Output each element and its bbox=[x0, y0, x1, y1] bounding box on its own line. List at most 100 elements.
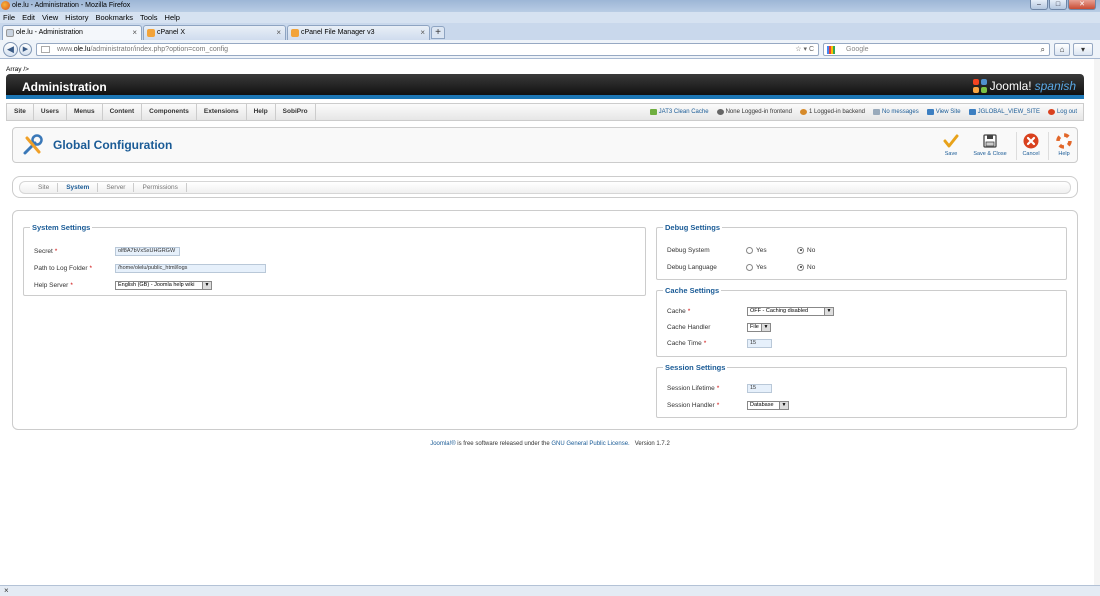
log-folder-input[interactable]: /home/olelu/public_html/logs bbox=[115, 263, 266, 273]
chevron-down-icon: ▼ bbox=[202, 281, 211, 289]
save-close-button[interactable]: Save & Close bbox=[968, 133, 1012, 160]
cache-time-input[interactable]: 15 bbox=[747, 338, 772, 348]
debug-system-no[interactable]: No bbox=[797, 246, 815, 254]
radio-label: No bbox=[807, 263, 816, 271]
system-settings-fieldset: System Settings Secret * olf8A7bVxSxUHGRG… bbox=[23, 223, 646, 296]
search-icon[interactable]: ⌕ bbox=[1041, 44, 1045, 55]
tab-system[interactable]: System bbox=[58, 183, 99, 192]
session-settings-legend: Session Settings bbox=[665, 363, 726, 372]
menu-help[interactable]: Help bbox=[247, 104, 276, 120]
menu-help[interactable]: Help bbox=[165, 12, 180, 23]
secret-input[interactable]: olf8A7bVxSxUHGRGW bbox=[115, 246, 180, 256]
debug-language-yes[interactable]: Yes bbox=[746, 263, 767, 271]
site-identity-icon[interactable] bbox=[41, 46, 50, 53]
search-bar[interactable]: Google ⌕ bbox=[823, 43, 1050, 56]
help-server-select[interactable]: English (GB) - Joomla help wiki ▼ bbox=[115, 280, 212, 290]
clean-cache-icon bbox=[649, 109, 657, 115]
tab-permissions[interactable]: Permissions bbox=[134, 183, 187, 192]
monitor-icon bbox=[926, 109, 934, 115]
cache-handler-select[interactable]: File ▼ bbox=[747, 322, 771, 332]
cancel-button[interactable]: Cancel bbox=[1019, 133, 1043, 160]
radio-label: Yes bbox=[756, 246, 767, 254]
home-icon[interactable]: ⌂ bbox=[1054, 43, 1070, 56]
help-button[interactable]: Help bbox=[1053, 133, 1075, 160]
debug-language-row: Debug Language Yes No bbox=[667, 261, 1057, 273]
config-tabs: Site System Server Permissions bbox=[12, 176, 1078, 198]
close-tab-icon[interactable]: × bbox=[132, 26, 137, 40]
menu-history[interactable]: History bbox=[65, 12, 88, 23]
debug-system-yes[interactable]: Yes bbox=[746, 246, 767, 254]
window-title: ole.lu - Administration - Mozilla Firefo… bbox=[12, 2, 131, 9]
tab-site[interactable]: Site bbox=[30, 183, 59, 192]
chevron-down-icon: ▼ bbox=[824, 307, 833, 315]
gpl-license-link[interactable]: GNU General Public License. bbox=[551, 441, 629, 447]
cpanel-icon bbox=[291, 29, 299, 37]
tab-cpanel-file-manager[interactable]: cPanel File Manager v3 × bbox=[287, 25, 430, 40]
menu-users[interactable]: Users bbox=[34, 104, 67, 120]
new-tab-button[interactable]: + bbox=[431, 26, 445, 39]
menu-content[interactable]: Content bbox=[103, 104, 143, 120]
frontend-users-status: None Logged-in frontend bbox=[716, 109, 792, 115]
log-folder-row: Path to Log Folder * /home/olelu/public_h… bbox=[34, 262, 634, 274]
debug-language-no[interactable]: No bbox=[797, 263, 816, 271]
addon-icon[interactable]: ▾ bbox=[1073, 43, 1093, 56]
cache-select[interactable]: OFF - Caching disabled ▼ bbox=[747, 306, 834, 316]
tab-administration[interactable]: ole.lu - Administration × bbox=[2, 25, 142, 40]
forward-button[interactable]: ▶ bbox=[19, 43, 32, 56]
toolbar-box: Global Configuration Save Save & Close C… bbox=[12, 127, 1078, 163]
version-text: Version 1.7.2 bbox=[634, 441, 670, 447]
menu-bookmarks[interactable]: Bookmarks bbox=[96, 12, 134, 23]
close-tab-icon[interactable]: × bbox=[276, 26, 281, 40]
menu-file[interactable]: File bbox=[3, 12, 15, 23]
menu-site[interactable]: Site bbox=[7, 104, 34, 120]
tab-cpanel[interactable]: cPanel X × bbox=[143, 25, 286, 40]
browser-tabbar: ole.lu - Administration × cPanel X × cPa… bbox=[0, 23, 1100, 40]
menu-menus[interactable]: Menus bbox=[67, 104, 103, 120]
logout-link[interactable]: Log out bbox=[1047, 109, 1077, 115]
close-addon-bar-icon[interactable]: × bbox=[4, 586, 9, 595]
tab-server[interactable]: Server bbox=[98, 183, 135, 192]
window-titlebar: ole.lu - Administration - Mozilla Firefo… bbox=[0, 0, 1100, 12]
messages-link[interactable]: No messages bbox=[873, 109, 919, 115]
url-bar[interactable]: www.ole.lu/administrator/index.php?optio… bbox=[36, 43, 819, 56]
cache-settings-legend: Cache Settings bbox=[665, 286, 720, 295]
bookmark-star-icon[interactable]: ☆ ▾ C bbox=[795, 44, 814, 55]
menu-components[interactable]: Components bbox=[142, 104, 197, 120]
view-site-link[interactable]: View Site bbox=[926, 109, 961, 115]
menu-sobipro[interactable]: SobiPro bbox=[276, 104, 316, 120]
menu-extensions[interactable]: Extensions bbox=[197, 104, 247, 120]
save-button[interactable]: Save bbox=[939, 133, 963, 160]
cache-value: OFF - Caching disabled bbox=[750, 307, 809, 314]
radio-icon bbox=[746, 263, 753, 271]
close-tab-icon[interactable]: × bbox=[420, 26, 425, 40]
chevron-down-icon: ▼ bbox=[779, 401, 788, 409]
session-handler-select[interactable]: Database ▼ bbox=[747, 400, 789, 410]
minimize-button[interactable]: – bbox=[1030, 0, 1048, 10]
menu-tools[interactable]: Tools bbox=[140, 12, 158, 23]
back-button[interactable]: ◀ bbox=[3, 42, 18, 57]
jglobal-view-site-link[interactable]: JGLOBAL_VIEW_SITE bbox=[968, 109, 1040, 115]
session-lifetime-input[interactable]: 15 bbox=[747, 383, 772, 393]
jglobal-label: JGLOBAL_VIEW_SITE bbox=[977, 109, 1040, 115]
save-close-label: Save & Close bbox=[973, 151, 1007, 157]
view-site-label: View Site bbox=[935, 109, 961, 115]
jat3-clean-cache[interactable]: JAT3 Clean Cache bbox=[649, 109, 709, 115]
admin-header: Administration Joomla! spanish bbox=[6, 74, 1084, 99]
menu-view[interactable]: View bbox=[42, 12, 58, 23]
secret-row: Secret * olf8A7bVxSxUHGRGW bbox=[34, 245, 634, 257]
maximize-button[interactable]: □ bbox=[1049, 0, 1067, 10]
joomla-link[interactable]: Joomla!® bbox=[430, 441, 455, 447]
config-tabs-inner: Site System Server Permissions bbox=[19, 181, 1071, 194]
vertical-scrollbar[interactable] bbox=[1094, 59, 1100, 585]
secret-label: Secret * bbox=[34, 247, 58, 255]
menu-edit[interactable]: Edit bbox=[22, 12, 35, 23]
url-domain: ole.lu bbox=[73, 46, 91, 53]
url-prefix: www. bbox=[57, 46, 74, 53]
toolbar-divider bbox=[1048, 132, 1049, 160]
chevron-down-icon: ▼ bbox=[761, 323, 770, 331]
mail-icon bbox=[873, 109, 881, 115]
tab-label: cPanel File Manager v3 bbox=[301, 29, 375, 36]
radio-label: Yes bbox=[756, 263, 767, 271]
window-controls: – □ ✕ bbox=[1030, 0, 1096, 10]
close-window-button[interactable]: ✕ bbox=[1068, 0, 1096, 10]
